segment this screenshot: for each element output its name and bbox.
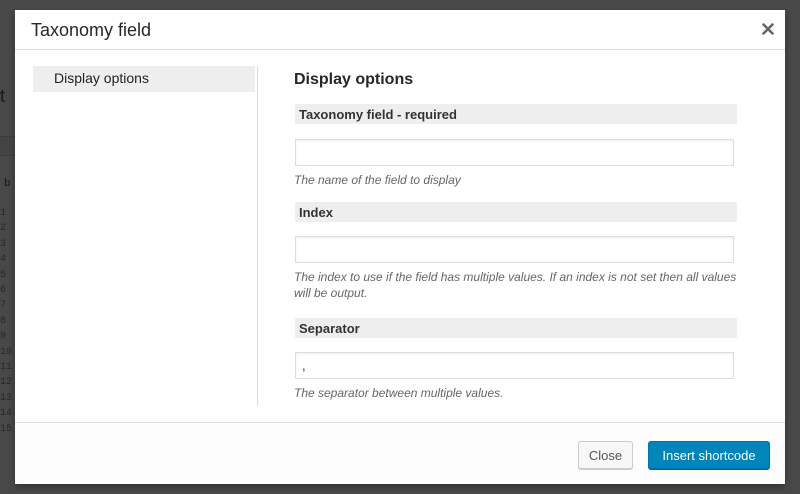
modal-title: Taxonomy field (31, 20, 152, 40)
modal-sidebar: Display options (33, 66, 258, 406)
taxonomy-field-help: The name of the field to display (294, 173, 461, 187)
insert-shortcode-button[interactable]: Insert shortcode (648, 441, 770, 469)
shortcode-modal: Taxonomy field Display options Display o… (15, 10, 785, 484)
index-label: Index (295, 202, 737, 222)
index-input[interactable] (295, 236, 734, 263)
close-icon-glyph (762, 23, 774, 35)
sidebar-item-display-options[interactable]: Display options (33, 66, 255, 92)
index-help: The index to use if the field has multip… (294, 270, 737, 300)
separator-input[interactable] (295, 352, 734, 379)
content-title: Display options (294, 71, 414, 88)
taxonomy-field-input[interactable] (295, 139, 734, 166)
modal-header: Taxonomy field (15, 10, 785, 50)
separator-label: Separator (295, 318, 737, 338)
taxonomy-field-label: Taxonomy field - required (295, 104, 737, 124)
close-icon[interactable] (757, 18, 779, 40)
modal-content: Display options Taxonomy field - require… (294, 66, 737, 406)
modal-footer: Close Insert shortcode (15, 422, 785, 484)
modal-body: Display options Display options Taxonomy… (15, 51, 785, 422)
separator-help: The separator between multiple values. (294, 386, 504, 400)
close-button[interactable]: Close (578, 441, 633, 469)
